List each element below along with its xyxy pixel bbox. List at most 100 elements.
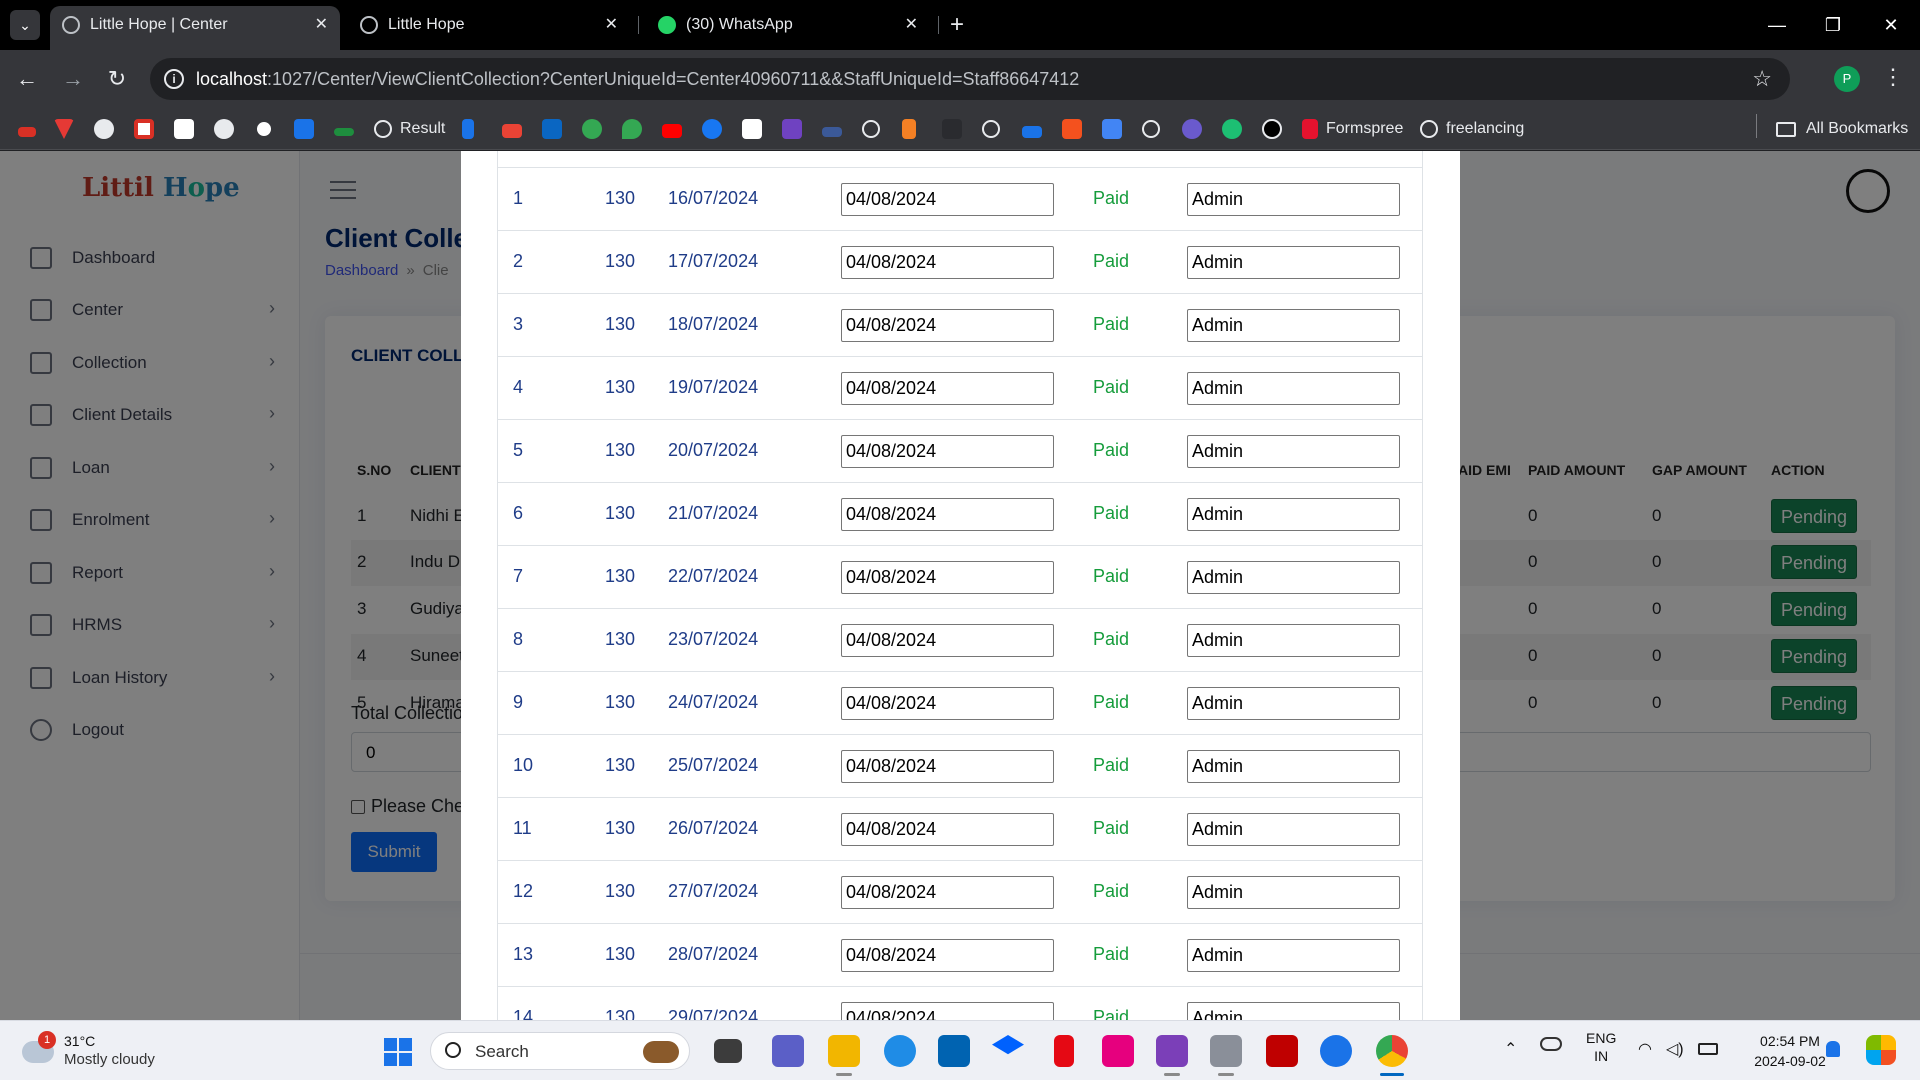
collected-by-input[interactable]: Admin <box>1187 246 1400 279</box>
bookmark-red-icon[interactable] <box>18 127 36 137</box>
paid-date-input[interactable]: 04/08/2024 <box>841 939 1054 972</box>
collected-by-input[interactable]: Admin <box>1187 372 1400 405</box>
bookmark-orange-icon[interactable] <box>1062 119 1082 139</box>
teams-icon[interactable] <box>772 1035 804 1067</box>
minimize-icon[interactable]: — <box>1752 8 1802 42</box>
bookmark-white-icon[interactable] <box>742 119 762 139</box>
edge-icon[interactable] <box>884 1035 916 1067</box>
collected-by-input[interactable]: Admin <box>1187 876 1400 909</box>
weather-widget[interactable]: 1 31°C Mostly cloudy <box>22 1031 182 1073</box>
new-tab-icon[interactable]: + <box>950 10 964 40</box>
windows-start-icon[interactable] <box>384 1038 412 1066</box>
collected-by-input[interactable]: Admin <box>1187 624 1400 657</box>
bookmark-g-icon[interactable] <box>1262 119 1282 139</box>
collected-by-input[interactable]: Admin <box>1187 561 1400 594</box>
bookmark-freelancing[interactable]: freelancing <box>1420 118 1524 140</box>
taskbar-search[interactable]: Search <box>430 1032 690 1070</box>
edge-icon[interactable] <box>582 119 602 139</box>
all-bookmarks[interactable]: All Bookmarks <box>1776 118 1908 140</box>
notification-bell-icon[interactable] <box>1826 1041 1840 1057</box>
profile-avatar[interactable]: P <box>1834 66 1860 92</box>
visual-studio-icon[interactable] <box>1156 1035 1188 1067</box>
netflix-icon[interactable] <box>1054 1035 1074 1067</box>
menu-kebab-icon[interactable]: ⋮ <box>1882 64 1904 90</box>
gmail-icon[interactable] <box>502 124 522 138</box>
paid-date-input[interactable]: 04/08/2024 <box>841 687 1054 720</box>
globe-icon[interactable] <box>1142 120 1160 138</box>
paid-date-input[interactable]: 04/08/2024 <box>841 813 1054 846</box>
paid-date-input[interactable]: 04/08/2024 <box>841 435 1054 468</box>
restore-icon[interactable]: ❐ <box>1808 8 1858 42</box>
address-bar[interactable]: i localhost:1027/Center/ViewClientCollec… <box>150 58 1790 100</box>
collected-by-input[interactable]: Admin <box>1187 750 1400 783</box>
battery-icon[interactable] <box>1698 1043 1718 1055</box>
bookmark-p-icon[interactable] <box>462 119 474 139</box>
chrome-icon[interactable] <box>1376 1035 1408 1067</box>
reload-icon[interactable]: ↻ <box>102 64 132 94</box>
wifi-icon[interactable]: ◠ <box>1638 1039 1652 1059</box>
microsoft-store-icon[interactable] <box>938 1035 970 1067</box>
app-installer-icon[interactable] <box>1210 1035 1242 1067</box>
paid-date-input[interactable]: 04/08/2024 <box>841 624 1054 657</box>
close-window-icon[interactable]: ✕ <box>1866 8 1916 42</box>
mdn-icon[interactable] <box>822 126 842 137</box>
language-indicator[interactable]: ENG IN <box>1586 1029 1616 1065</box>
stackoverflow-icon[interactable] <box>902 119 916 139</box>
vivaldi-icon[interactable] <box>54 119 74 139</box>
bookmark-blue-icon[interactable] <box>294 119 314 139</box>
paid-date-input[interactable]: 04/08/2024 <box>841 1002 1054 1020</box>
tab-little-hope-center[interactable]: Little Hope | Center ✕ <box>50 6 340 50</box>
github-icon[interactable] <box>214 119 234 139</box>
facebook-icon[interactable] <box>702 119 722 139</box>
paid-date-input[interactable]: 04/08/2024 <box>841 498 1054 531</box>
maps-app-icon[interactable] <box>1320 1035 1352 1067</box>
bookmark-result[interactable]: Result <box>374 118 445 140</box>
tab-little-hope[interactable]: Little Hope ✕ <box>348 6 630 50</box>
globe-icon[interactable] <box>862 120 880 138</box>
collected-by-input[interactable]: Admin <box>1187 498 1400 531</box>
file-explorer-icon[interactable] <box>828 1035 860 1067</box>
youtube-icon[interactable] <box>662 124 682 138</box>
linkedin-icon[interactable] <box>542 119 562 139</box>
bookmark-green-icon[interactable] <box>334 128 354 136</box>
tab-search-icon[interactable]: ⌄ <box>10 10 40 40</box>
bookmark-purple-icon[interactable] <box>1182 119 1202 139</box>
collected-by-input[interactable]: Admin <box>1187 435 1400 468</box>
paid-date-input[interactable]: 04/08/2024 <box>841 183 1054 216</box>
fiverr-icon[interactable] <box>1222 119 1242 139</box>
bookmark-grid-icon[interactable] <box>1102 119 1122 139</box>
collected-by-input[interactable]: Admin <box>1187 813 1400 846</box>
chatgpt-icon[interactable] <box>254 119 274 139</box>
paid-date-input[interactable]: 04/08/2024 <box>841 876 1054 909</box>
bookmark-dark-icon[interactable] <box>942 119 962 139</box>
dropbox-icon[interactable] <box>992 1035 1024 1055</box>
paid-date-input[interactable]: 04/08/2024 <box>841 246 1054 279</box>
bootstrap-icon[interactable] <box>782 119 802 139</box>
collected-by-input[interactable]: Admin <box>1187 939 1400 972</box>
tab-whatsapp[interactable]: (30) WhatsApp ✕ <box>646 6 930 50</box>
collected-by-input[interactable]: Admin <box>1187 1002 1400 1020</box>
onedrive-icon[interactable] <box>1540 1037 1562 1051</box>
media-player-icon[interactable] <box>1102 1035 1134 1067</box>
filezilla-bookmark-icon[interactable] <box>1022 125 1042 138</box>
paid-date-input[interactable]: 04/08/2024 <box>841 750 1054 783</box>
bookmark-bars-icon[interactable] <box>174 119 194 139</box>
bookmark-formspree[interactable]: Formspree <box>1302 118 1403 140</box>
copilot-icon[interactable] <box>1866 1035 1896 1065</box>
url-text[interactable]: localhost:1027/Center/ViewClientCollecti… <box>196 69 1079 90</box>
close-tab-icon[interactable]: ✕ <box>605 6 618 44</box>
bookmark-app-icon[interactable] <box>134 119 154 139</box>
task-view-icon[interactable] <box>714 1039 742 1063</box>
volume-icon[interactable]: ◁) <box>1666 1039 1684 1059</box>
collected-by-input[interactable]: Admin <box>1187 183 1400 216</box>
collected-by-input[interactable]: Admin <box>1187 687 1400 720</box>
close-tab-icon[interactable]: ✕ <box>315 6 328 44</box>
back-icon[interactable]: ← <box>12 64 42 94</box>
collected-by-input[interactable]: Admin <box>1187 309 1400 342</box>
site-info-icon[interactable]: i <box>164 69 184 89</box>
github-icon[interactable] <box>94 119 114 139</box>
close-tab-icon[interactable]: ✕ <box>905 6 918 44</box>
forward-icon[interactable]: → <box>58 64 88 94</box>
tray-overflow-icon[interactable]: ⌃ <box>1504 1039 1517 1059</box>
paid-date-input[interactable]: 04/08/2024 <box>841 309 1054 342</box>
